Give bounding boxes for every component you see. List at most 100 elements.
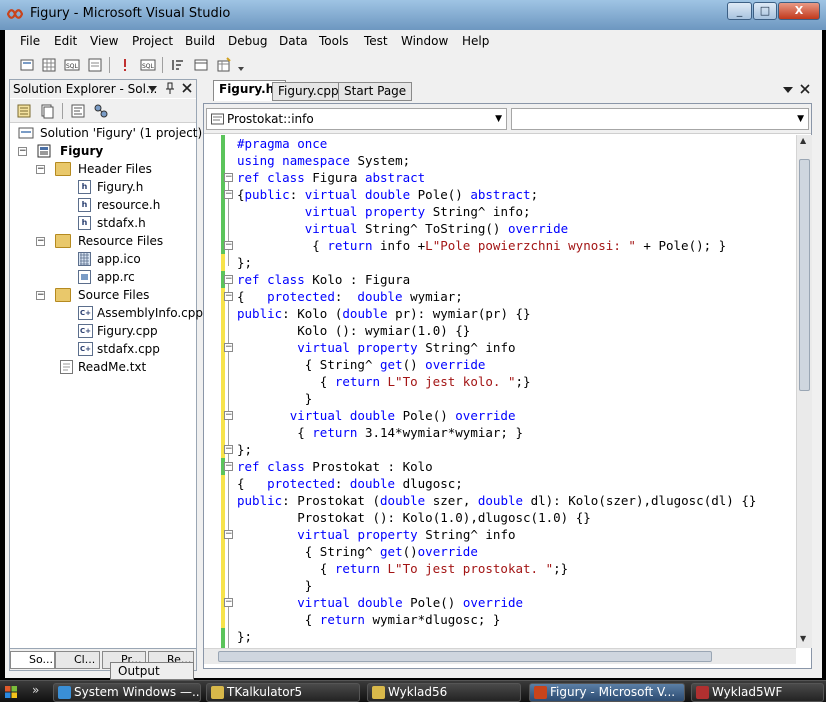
menu-tools[interactable]: Tools — [319, 34, 349, 48]
vertical-scrollbar[interactable]: ▲ ▼ — [796, 135, 812, 648]
tab-class-view[interactable]: Cl... — [55, 651, 100, 669]
active-files-dropdown-icon[interactable] — [783, 86, 793, 94]
execute-icon[interactable] — [117, 57, 133, 73]
close-window-button[interactable]: X — [778, 2, 820, 20]
visual-studio-icon — [534, 686, 547, 699]
scroll-down-icon[interactable]: ▼ — [800, 634, 806, 643]
menu-edit[interactable]: Edit — [54, 34, 77, 48]
vertical-scroll-thumb[interactable] — [799, 159, 810, 391]
code-line: { return info +L"Pole powierzchni wynosi… — [237, 238, 727, 253]
collapse-icon[interactable]: − — [224, 598, 233, 607]
collapse-icon[interactable]: − — [224, 530, 233, 539]
tree-label: Source Files — [78, 288, 150, 302]
text-file-icon — [60, 360, 73, 374]
menu-test[interactable]: Test — [364, 34, 388, 48]
task-label: Wyklad56 — [388, 685, 448, 699]
chevron-down-icon: ▼ — [797, 114, 804, 124]
results-pane-icon[interactable] — [87, 57, 103, 73]
taskbar-item-system-windows[interactable]: System Windows —... — [53, 683, 201, 702]
header-file-icon: h — [78, 180, 91, 194]
solution-explorer-title: Solution Explorer - Sol... — [13, 82, 158, 96]
minimize-button[interactable]: _ — [727, 2, 752, 20]
taskbar-item-tkalkulator5[interactable]: TKalkulator5 — [206, 683, 360, 702]
code-area[interactable]: − − − − − − − − − − − #pragma once using … — [204, 135, 796, 648]
add-table-icon[interactable] — [216, 57, 232, 73]
document-tab-strip: Figury.h* Figury.cpp Start Page — [200, 79, 820, 101]
menu-build[interactable]: Build — [185, 34, 215, 48]
menu-debug[interactable]: Debug — [228, 34, 267, 48]
menu-project[interactable]: Project — [132, 34, 173, 48]
collapse-icon[interactable]: − — [224, 445, 233, 454]
quick-launch-chevron-icon[interactable]: » — [32, 683, 39, 697]
code-line: } — [237, 578, 313, 593]
collapse-icon[interactable]: − — [224, 275, 233, 284]
pin-icon[interactable] — [165, 82, 175, 95]
menu-data[interactable]: Data — [279, 34, 308, 48]
solution-explorer-toolbar — [10, 99, 196, 123]
tab-figury-cpp[interactable]: Figury.cpp — [272, 82, 345, 101]
taskbar-item-wyklad56[interactable]: Wyklad56 — [367, 683, 521, 702]
windows-logo-icon[interactable] — [4, 685, 18, 699]
types-combo[interactable]: Prostokat::info ▼ — [206, 108, 507, 130]
menu-bar: File Edit View Project Build Debug Data … — [5, 30, 822, 52]
collapse-icon[interactable]: − — [36, 165, 45, 174]
task-label: System Windows —... — [74, 685, 201, 699]
header-file-icon: h — [78, 216, 91, 230]
taskbar-item-wyklad5wf[interactable]: Wyklad5WF — [691, 683, 824, 702]
show-all-files-icon[interactable] — [39, 103, 55, 119]
code-line: #pragma once — [237, 136, 328, 151]
close-document-icon[interactable] — [800, 84, 810, 94]
form-view-icon[interactable] — [19, 57, 35, 73]
horizontal-scrollbar[interactable] — [204, 648, 796, 664]
menu-file[interactable]: File — [20, 34, 40, 48]
code-line: ref class Prostokat : Kolo — [237, 459, 433, 474]
application-icon — [696, 686, 709, 699]
group-by-icon[interactable] — [193, 57, 209, 73]
folder-icon — [55, 234, 71, 248]
sql-pane-icon[interactable]: SQL — [64, 57, 80, 73]
maximize-button[interactable]: □ — [753, 2, 777, 20]
collapse-icon[interactable]: − — [36, 237, 45, 246]
collapse-icon[interactable]: − — [224, 241, 233, 250]
toolbar-options-icon[interactable] — [237, 57, 245, 73]
collapse-icon[interactable]: − — [224, 173, 233, 182]
sort-icon[interactable] — [170, 57, 186, 73]
menu-view[interactable]: View — [90, 34, 118, 48]
code-editor: Prostokat::info ▼ ▼ − − − − − − − − − − … — [203, 103, 812, 669]
output-panel-tab[interactable]: Output — [110, 662, 194, 680]
class-diagram-icon[interactable] — [93, 103, 109, 119]
tree-label: Resource Files — [78, 234, 164, 248]
tree-label: app.rc — [97, 270, 135, 284]
properties-icon[interactable] — [16, 103, 32, 119]
collapse-icon[interactable]: − — [224, 292, 233, 301]
tab-solution-explorer[interactable]: So... — [10, 651, 55, 669]
tree-label: Header Files — [78, 162, 152, 176]
scroll-up-icon[interactable]: ▲ — [800, 136, 806, 145]
code-line: public: Kolo (double pr): wymiar(pr) {} — [237, 306, 531, 321]
horizontal-scroll-thumb[interactable] — [218, 651, 712, 662]
view-code-icon[interactable] — [70, 103, 86, 119]
types-combo-value: Prostokat::info — [227, 112, 314, 126]
collapse-icon[interactable]: − — [224, 411, 233, 420]
toolbar-separator — [162, 57, 163, 73]
collapse-icon[interactable]: − — [224, 190, 233, 199]
menu-window[interactable]: Window — [401, 34, 448, 48]
grid-view-icon[interactable] — [41, 57, 57, 73]
collapse-icon[interactable]: − — [224, 462, 233, 471]
folder-icon — [211, 686, 224, 699]
close-icon[interactable] — [182, 83, 192, 93]
collapse-icon[interactable]: − — [36, 291, 45, 300]
collapse-icon[interactable]: − — [224, 343, 233, 352]
verify-sql-icon[interactable]: SQL — [140, 57, 156, 73]
window-position-icon[interactable] — [148, 85, 157, 93]
taskbar-item-figury-visual-studio[interactable]: Figury - Microsoft V... — [529, 683, 685, 702]
members-combo[interactable]: ▼ — [511, 108, 809, 130]
tab-start-page[interactable]: Start Page — [338, 82, 413, 101]
folder-icon — [372, 686, 385, 699]
header-file-icon: h — [78, 198, 91, 212]
icon-file-icon — [78, 252, 91, 266]
title-bar[interactable]: Figury - Microsoft Visual Studio _ □ X — [0, 0, 826, 30]
collapse-icon[interactable]: − — [18, 147, 27, 156]
code-line: { return L"To jest kolo. ";} — [237, 374, 531, 389]
menu-help[interactable]: Help — [462, 34, 489, 48]
